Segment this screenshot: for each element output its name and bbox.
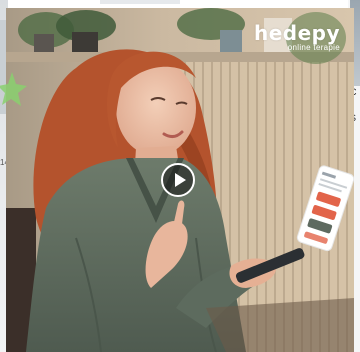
star-sticker-icon bbox=[0, 72, 27, 106]
brand-name: hedepy bbox=[253, 21, 340, 45]
play-icon bbox=[175, 173, 186, 187]
brand-logo: hedepy online terapie bbox=[254, 22, 340, 53]
top-strip bbox=[100, 0, 180, 4]
play-button[interactable] bbox=[161, 163, 195, 197]
video-player[interactable]: hedepy online terapie bbox=[6, 8, 354, 352]
page: 14 C t S bbox=[0, 0, 360, 352]
